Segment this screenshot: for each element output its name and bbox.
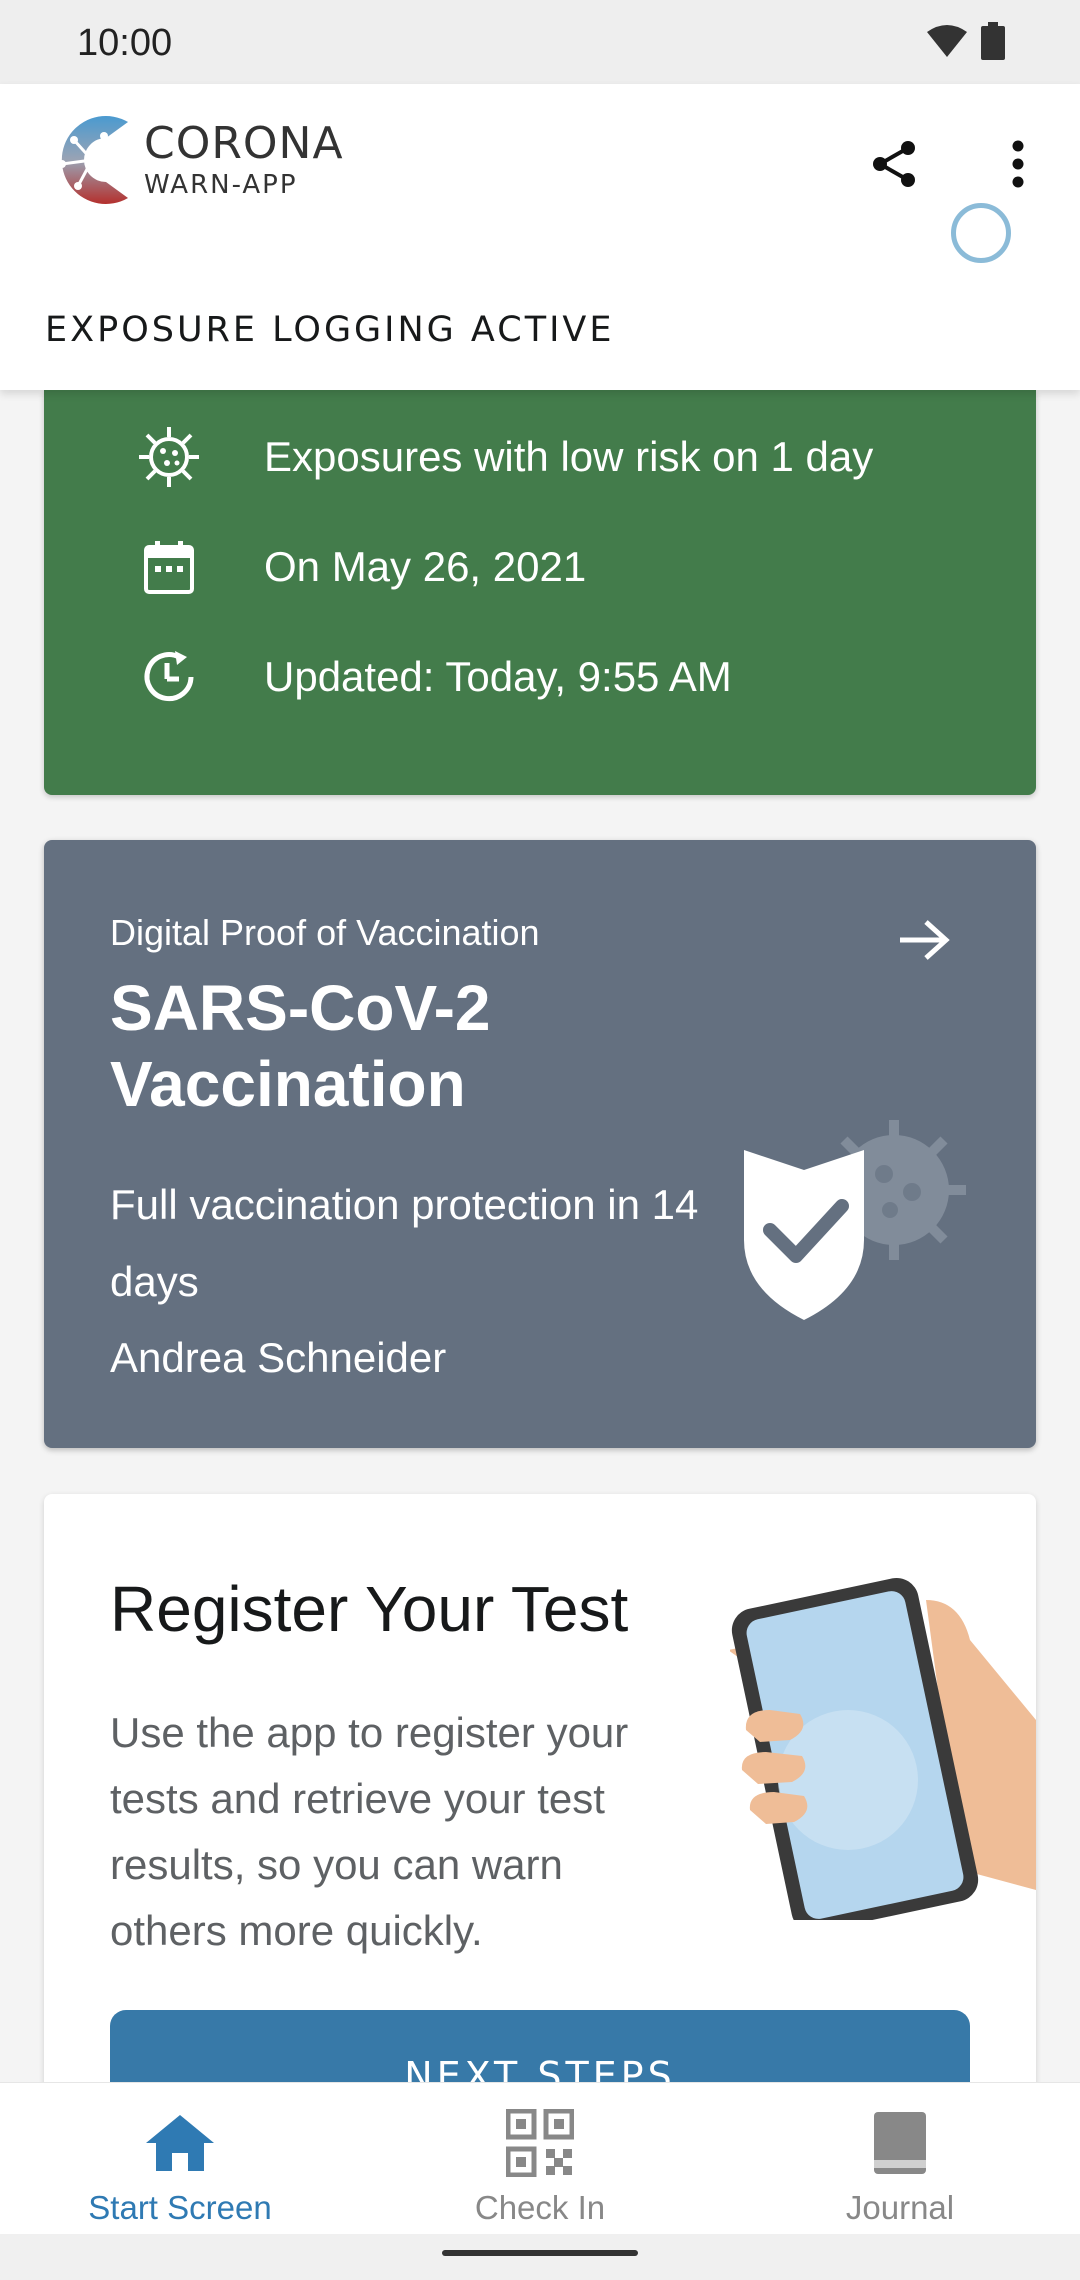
home-icon [140,2103,220,2183]
exposure-logging-indicator-icon [951,203,1011,263]
home-content[interactable]: Exposures with low risk on 1 day On May … [0,390,1080,2082]
wifi-icon [927,25,967,57]
vaccination-open-button[interactable] [884,900,964,980]
battery-icon [981,22,1005,60]
vaccination-card[interactable]: Digital Proof of Vaccination SARS-CoV-2 … [44,840,1036,1448]
virus-icon [134,422,204,492]
risk-exposures-text: Exposures with low risk on 1 day [264,433,874,480]
vaccination-status-text: Full vaccination protection in 14 days [110,1181,699,1305]
arrow-forward-icon [900,920,950,960]
status-icons [927,22,1005,60]
phone-in-hand-illustration-icon [730,1577,1036,1920]
risk-date-text: On May 26, 2021 [264,543,587,590]
share-icon [873,141,915,187]
more-vert-icon [1012,140,1024,188]
risk-card[interactable]: Exposures with low risk on 1 day On May … [44,390,1036,795]
logo-title: CORONA [144,118,344,169]
app-logo: CORONA WARN-APP [44,110,344,210]
share-button[interactable] [854,124,934,204]
nav-start-screen[interactable]: Start Screen [0,2083,360,2234]
calendar-icon [134,532,204,602]
register-test-title: Register Your Test [110,1573,629,1645]
nav-check-in[interactable]: Check In [360,2083,720,2234]
logo-subtitle: WARN-APP [144,170,298,200]
vaccination-card-subtitle: Digital Proof of Vaccination [110,912,540,953]
risk-date-row: On May 26, 2021 [44,527,1036,607]
qr-code-icon [500,2103,580,2183]
corona-warn-app-logo-icon [58,116,128,205]
gesture-handle[interactable] [442,2250,638,2256]
nav-check-in-label: Check In [474,2189,606,2226]
vaccination-card-title: SARS-CoV-2 Vaccination [110,972,491,1120]
nav-start-screen-label: Start Screen [88,2189,272,2226]
book-icon [860,2103,940,2183]
status-bar: 10:00 [0,0,1080,84]
risk-exposures-row: Exposures with low risk on 1 day [44,417,1036,497]
exposure-logging-row[interactable]: EXPOSURE LOGGING ACTIVE [0,270,1080,390]
register-test-description: Use the app to register your tests and r… [110,1709,629,1954]
vaccination-holder-name: Andrea Schneider [110,1334,447,1381]
update-clock-icon [134,642,204,712]
more-options-button[interactable] [978,124,1058,204]
risk-updated-row: Updated: Today, 9:55 AM [44,637,1036,717]
next-steps-button[interactable]: NEXT STEPS [110,2010,970,2082]
risk-updated-text: Updated: Today, 9:55 AM [264,653,732,700]
status-time: 10:00 [77,22,173,64]
exposure-logging-status: EXPOSURE LOGGING ACTIVE [45,310,615,350]
system-gesture-bar [0,2234,1080,2280]
shield-check-virus-icon [744,1120,966,1320]
register-test-card[interactable]: Register Your Test Use the app to regist… [44,1494,1036,2082]
nav-journal-label: Journal [845,2189,955,2226]
bottom-navigation: Start Screen Check In Journal [0,2082,1080,2234]
nav-journal[interactable]: Journal [720,2083,1080,2234]
app-header: CORONA WARN-APP EXPOSURE LOGGING ACTIVE [0,84,1080,390]
